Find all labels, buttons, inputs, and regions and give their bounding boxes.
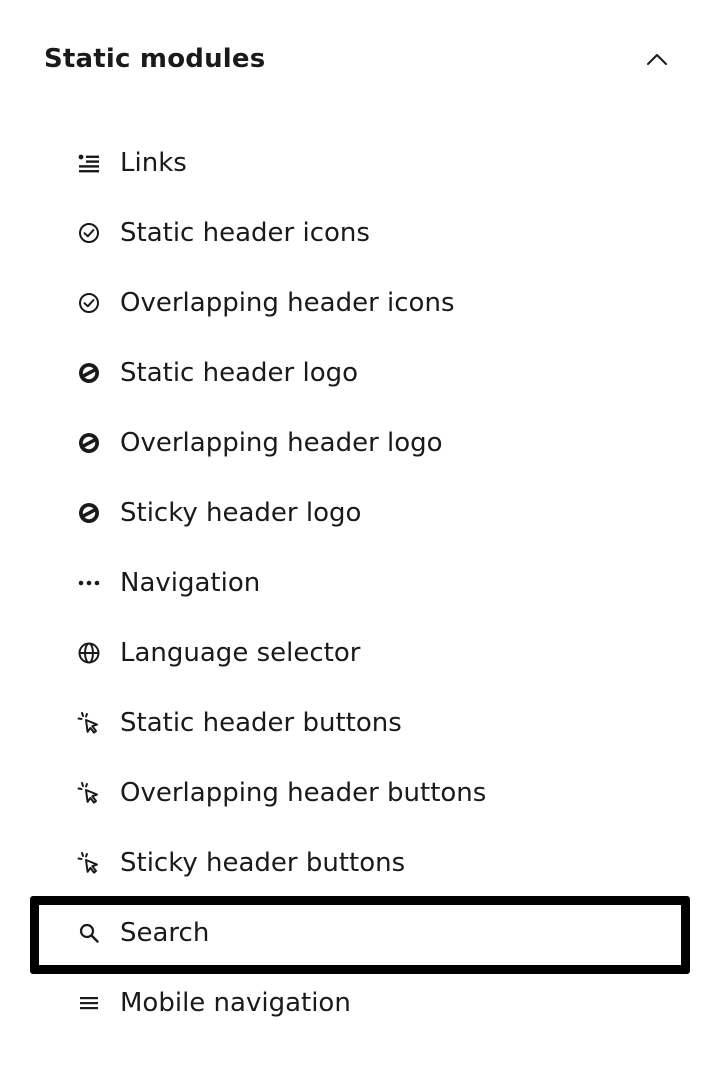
module-label: Links	[120, 148, 187, 178]
cursor-click-icon	[76, 780, 102, 806]
links-list-icon	[76, 150, 102, 176]
module-item-overlapping-header-buttons[interactable]: Overlapping header buttons	[0, 758, 723, 828]
module-item-mobile-navigation[interactable]: Mobile navigation	[0, 968, 723, 1038]
static-modules-panel: Static modules Links Static header icons…	[0, 0, 723, 1076]
module-label: Sticky header logo	[120, 498, 362, 528]
ellipsis-icon	[76, 570, 102, 596]
module-label: Static header logo	[120, 358, 359, 388]
module-list: Links Static header icons Overlapping he…	[0, 128, 723, 1038]
module-item-search[interactable]: Search	[0, 896, 723, 974]
module-label: Static header icons	[120, 218, 370, 248]
check-circle-icon	[76, 220, 102, 246]
module-item-links[interactable]: Links	[0, 128, 723, 198]
module-label: Static header buttons	[120, 708, 402, 738]
module-item-static-header-icons[interactable]: Static header icons	[0, 198, 723, 268]
module-label: Navigation	[120, 568, 261, 598]
search-icon	[76, 920, 102, 946]
module-label: Overlapping header icons	[120, 288, 455, 318]
logo-icon	[76, 430, 102, 456]
module-label: Overlapping header logo	[120, 428, 443, 458]
module-item-sticky-header-logo[interactable]: Sticky header logo	[0, 478, 723, 548]
check-circle-icon	[76, 290, 102, 316]
module-label: Search	[120, 918, 210, 948]
globe-icon	[76, 640, 102, 666]
logo-icon	[76, 500, 102, 526]
module-label: Sticky header buttons	[120, 848, 406, 878]
chevron-up-icon[interactable]	[640, 42, 674, 76]
module-item-static-header-logo[interactable]: Static header logo	[0, 338, 723, 408]
cursor-click-icon	[76, 850, 102, 876]
module-item-language-selector[interactable]: Language selector	[0, 618, 723, 688]
section-header-static-modules[interactable]: Static modules	[44, 34, 684, 84]
module-label: Overlapping header buttons	[120, 778, 487, 808]
cursor-click-icon	[76, 710, 102, 736]
module-label: Mobile navigation	[120, 988, 351, 1018]
section-title: Static modules	[44, 44, 266, 74]
module-label: Language selector	[120, 638, 361, 668]
logo-icon	[76, 360, 102, 386]
hamburger-menu-icon	[76, 990, 102, 1016]
module-item-overlapping-header-icons[interactable]: Overlapping header icons	[0, 268, 723, 338]
module-item-navigation[interactable]: Navigation	[0, 548, 723, 618]
module-item-static-header-buttons[interactable]: Static header buttons	[0, 688, 723, 758]
module-item-sticky-header-buttons[interactable]: Sticky header buttons	[0, 828, 723, 898]
module-item-overlapping-header-logo[interactable]: Overlapping header logo	[0, 408, 723, 478]
